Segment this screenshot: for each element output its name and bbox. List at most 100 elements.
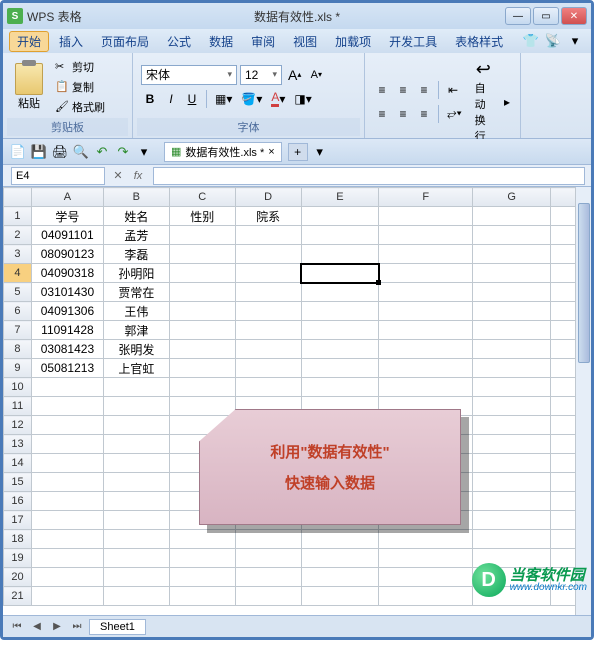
sheet-nav-first[interactable]: ⏮ [9,619,25,635]
cell-F9[interactable] [379,359,473,378]
cell-A16[interactable] [31,492,103,511]
row-header-1[interactable]: 1 [4,207,32,226]
undo-icon[interactable]: ↶ [93,143,111,161]
cell-D5[interactable] [235,283,301,302]
row-header-18[interactable]: 18 [4,530,32,549]
cell-A3[interactable]: 08090123 [31,245,103,264]
row-header-13[interactable]: 13 [4,435,32,454]
menu-data[interactable]: 数据 [201,31,241,52]
cell-A19[interactable] [31,549,103,568]
cell-C3[interactable] [169,245,235,264]
row-header-19[interactable]: 19 [4,549,32,568]
row-header-10[interactable]: 10 [4,378,32,397]
cell-B12[interactable] [103,416,169,435]
underline-button[interactable]: U [183,89,201,109]
cell-A18[interactable] [31,530,103,549]
cell-G8[interactable] [473,340,551,359]
paste-button[interactable]: 粘贴 [11,62,47,112]
merge-button[interactable]: ⥂▾ [444,104,465,124]
cell-G16[interactable] [473,492,551,511]
cancel-formula-icon[interactable]: ✕ [109,167,127,185]
cell-D6[interactable] [235,302,301,321]
cell-F6[interactable] [379,302,473,321]
cell-C19[interactable] [169,549,235,568]
cell-D3[interactable] [235,245,301,264]
cell-G19[interactable] [473,549,551,568]
menu-view[interactable]: 视图 [285,31,325,52]
cell-B21[interactable] [103,587,169,606]
ribbon-expand-button[interactable]: ▸ [498,92,516,112]
cell-F5[interactable] [379,283,473,302]
col-header-G[interactable]: G [473,188,551,207]
cell-D19[interactable] [235,549,301,568]
font-size-combo[interactable]: 12 [240,65,282,85]
copy-button[interactable]: 📋复制 [53,78,107,96]
cell-B13[interactable] [103,435,169,454]
col-header-C[interactable]: C [169,188,235,207]
cell-C1[interactable]: 性别 [169,207,235,226]
cell-A20[interactable] [31,568,103,587]
cell-A11[interactable] [31,397,103,416]
help-dropdown-icon[interactable]: ▾ [566,32,584,50]
fillcolor-button[interactable]: 🪣▾ [238,89,265,109]
cell-E10[interactable] [301,378,379,397]
clearformat-button[interactable]: ◨▾ [291,89,314,109]
cell-C20[interactable] [169,568,235,587]
qat-more-icon[interactable]: ▾ [135,143,153,161]
align-top-button[interactable]: ≡ [373,80,391,100]
cell-A4[interactable]: 04090318 [31,264,103,283]
sheet-nav-last[interactable]: ⏭ [69,619,85,635]
cell-G2[interactable] [473,226,551,245]
cell-G1[interactable] [473,207,551,226]
cell-E5[interactable] [301,283,379,302]
cell-A1[interactable]: 学号 [31,207,103,226]
cell-B17[interactable] [103,511,169,530]
skin-icon[interactable]: 👕 [522,32,540,50]
cell-C2[interactable] [169,226,235,245]
cell-B11[interactable] [103,397,169,416]
menu-devtools[interactable]: 开发工具 [381,31,445,52]
row-header-7[interactable]: 7 [4,321,32,340]
cell-B3[interactable]: 李磊 [103,245,169,264]
cell-G20[interactable] [473,568,551,587]
cell-A15[interactable] [31,473,103,492]
align-left-button[interactable]: ≡ [373,104,391,124]
cell-A17[interactable] [31,511,103,530]
cell-A10[interactable] [31,378,103,397]
cell-D7[interactable] [235,321,301,340]
fontcolor-button[interactable]: A▾ [268,89,288,109]
menu-pagelayout[interactable]: 页面布局 [93,31,157,52]
cell-A21[interactable] [31,587,103,606]
minimize-button[interactable]: — [505,7,531,25]
row-header-3[interactable]: 3 [4,245,32,264]
row-header-15[interactable]: 15 [4,473,32,492]
cell-D4[interactable] [235,264,301,283]
close-button[interactable]: ✕ [561,7,587,25]
cell-D9[interactable] [235,359,301,378]
cell-F3[interactable] [379,245,473,264]
row-header-16[interactable]: 16 [4,492,32,511]
align-center-button[interactable]: ≡ [394,104,412,124]
cell-A9[interactable]: 05081213 [31,359,103,378]
spreadsheet-grid[interactable]: ABCDEFG1学号姓名性别院系204091101孟芳308090123李磊40… [3,187,591,615]
cell-G17[interactable] [473,511,551,530]
cell-E1[interactable] [301,207,379,226]
cell-G6[interactable] [473,302,551,321]
name-box[interactable]: E4 [11,167,105,185]
italic-button[interactable]: I [162,89,180,109]
vertical-scrollbar[interactable] [575,187,591,615]
cell-G13[interactable] [473,435,551,454]
row-header-14[interactable]: 14 [4,454,32,473]
row-header-11[interactable]: 11 [4,397,32,416]
row-header-4[interactable]: 4 [4,264,32,283]
cell-E21[interactable] [301,587,379,606]
print-icon[interactable]: 🖨 [51,143,69,161]
menu-review[interactable]: 审阅 [243,31,283,52]
cell-A14[interactable] [31,454,103,473]
cell-D8[interactable] [235,340,301,359]
document-tab[interactable]: ▦ 数据有效性.xls * × [164,142,282,162]
save-icon[interactable]: 💾 [30,143,48,161]
col-header-F[interactable]: F [379,188,473,207]
cell-F2[interactable] [379,226,473,245]
row-header-12[interactable]: 12 [4,416,32,435]
